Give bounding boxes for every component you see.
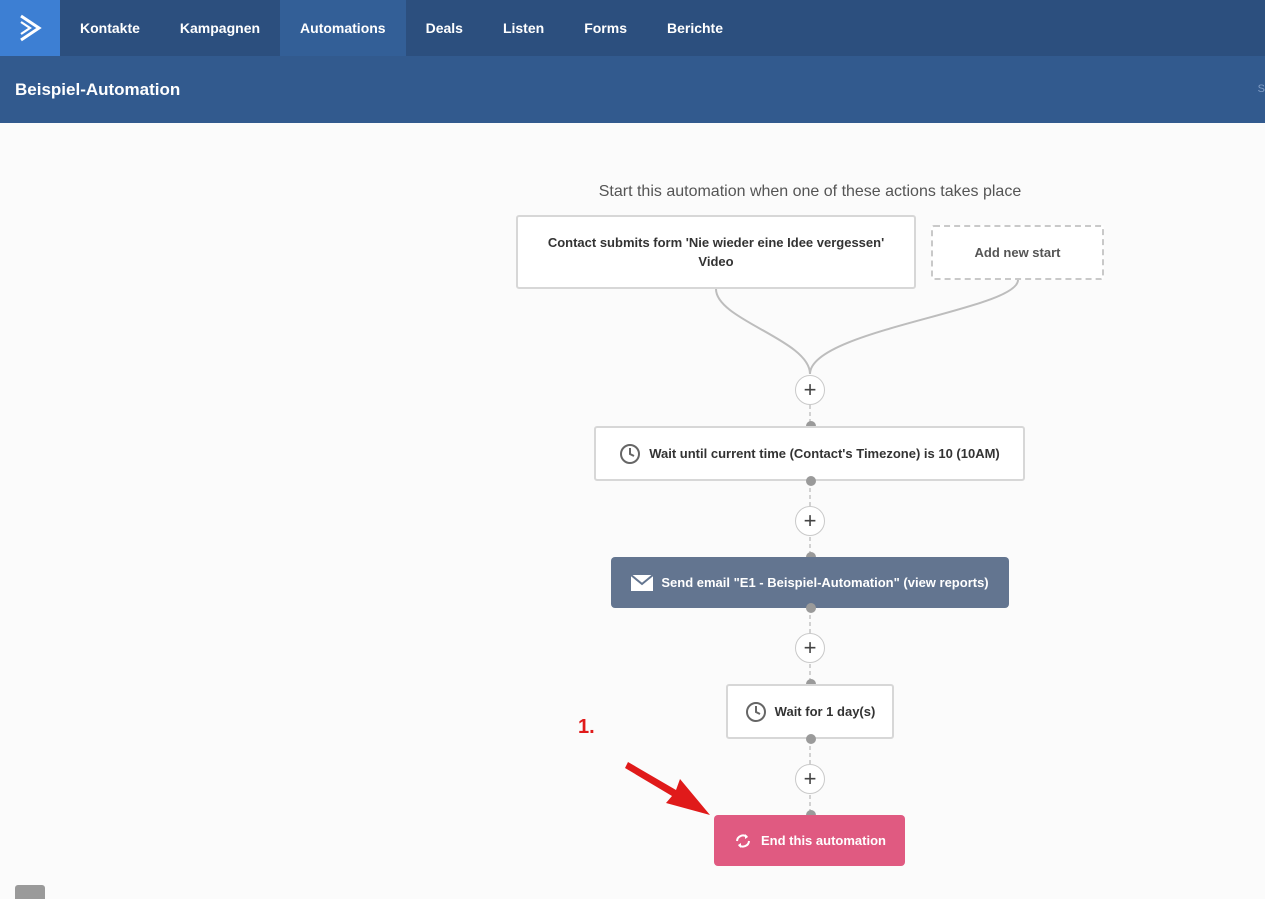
send-email-step[interactable]: Send email "E1 - Beispiel-Automation" (v…	[611, 557, 1009, 608]
envelope-icon	[631, 574, 654, 591]
wait-for-step[interactable]: Wait for 1 day(s)	[726, 684, 894, 739]
add-step-button[interactable]: +	[795, 633, 825, 663]
trigger-label: Contact submits form 'Nie wieder eine Id…	[547, 235, 885, 269]
wait-until-label: Wait until current time (Contact's Timez…	[649, 446, 1000, 461]
connector-dot	[806, 603, 816, 613]
trigger-node[interactable]: Contact submits form 'Nie wieder eine Id…	[516, 215, 916, 289]
annotation-label: 1.	[578, 716, 595, 738]
start-trigger-heading: Start this automation when one of these …	[598, 183, 1022, 200]
add-step-button[interactable]: +	[795, 764, 825, 794]
connector-dot	[806, 734, 816, 744]
add-new-start-button[interactable]: Add new start	[931, 225, 1104, 280]
loop-icon	[733, 833, 753, 849]
wait-until-step[interactable]: Wait until current time (Contact's Timez…	[594, 426, 1025, 481]
end-automation-label: End this automation	[761, 833, 886, 848]
add-new-start-label: Add new start	[974, 245, 1061, 260]
add-step-button[interactable]: +	[795, 375, 825, 405]
corner-toggle[interactable]	[15, 885, 45, 899]
send-email-label[interactable]: Send email "E1 - Beispiel-Automation" (v…	[661, 575, 988, 590]
clock-icon	[619, 443, 641, 465]
end-automation-step[interactable]: End this automation	[714, 815, 905, 866]
connector-dot	[806, 476, 816, 486]
wait-for-label: Wait for 1 day(s)	[774, 704, 876, 719]
add-step-button[interactable]: +	[795, 506, 825, 536]
annotation-arrow	[625, 762, 710, 815]
clock-icon	[745, 701, 767, 723]
